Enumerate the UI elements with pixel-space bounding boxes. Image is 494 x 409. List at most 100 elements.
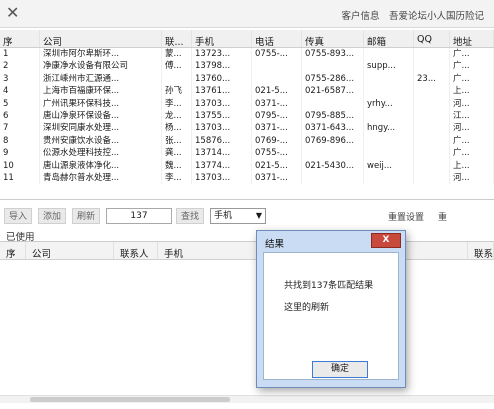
col-header-address[interactable]: 地址 [450,30,494,47]
cell-contact: 孙飞 [162,85,192,98]
cell-address: 上... [450,159,494,172]
cell-phone: 0795-... [252,109,302,123]
ok-button[interactable]: 确定 [312,361,368,378]
cell-address: 广... [450,60,494,73]
cell-fax: 0755-286... [302,72,364,86]
cell-qq [414,159,450,172]
chevron-down-icon: ▼ [255,211,262,220]
cell-address: 河... [450,97,494,110]
cell-company: 唐山源泉液体净化... [40,159,162,172]
cell-index: 1 [0,48,40,61]
cell-mobile: 13755... [192,109,252,123]
cell-address: 上... [450,85,494,98]
cell-email [364,147,414,160]
cell-fax: 021-6587... [302,85,364,98]
cell-contact: 蒙... [162,48,192,61]
cell-contact: 魏... [162,159,192,172]
reset-button[interactable]: 重 [438,210,447,223]
search-field-value: 手机 [214,211,233,221]
cell-fax: 021-5430... [302,159,364,172]
used-col-contact2[interactable]: 联系 [468,242,494,259]
cell-address: 广... [450,72,494,86]
cell-company: 伀源水处理科技控... [40,147,162,160]
cell-address: 广... [450,134,494,148]
grid-body: 1 深圳市阿尔卑斯环... 蒙... 13723... 0755-... 0755-893… [0,48,494,185]
cell-fax [302,97,364,110]
table-row[interactable]: 1 深圳市阿尔卑斯环... 蒙... 13723... 0755-... 0755-893… [0,48,494,61]
cell-contact: 张... [162,134,192,148]
title-bar: ✕ 客户信息 吾爱论坛小人国历险记 [0,0,494,28]
cell-fax [302,171,364,185]
col-header-mobile[interactable]: 手机 [192,30,252,47]
col-header-qq[interactable]: QQ [414,30,450,47]
cell-address: 广... [450,147,494,160]
table-row[interactable]: 11 青岛赫尔普水处理... 李... 13703... 0371-... 河... [0,171,494,185]
close-icon[interactable]: ✕ [6,4,19,22]
col-header-contact[interactable]: 联... [162,30,192,47]
used-grid: 序 公司 联系人 手机 联系 [0,241,494,403]
table-row[interactable]: 10 唐山源泉液体净化... 魏... 13774... 021-5... 021-543… [0,159,494,172]
used-grid-header: 序 公司 联系人 手机 联系 [0,242,494,260]
table-row[interactable]: 6 唐山净泉环保设备... 龙... 13755... 0795-... 0795-885… [0,109,494,123]
reset-settings-button[interactable]: 重置设置 [388,210,424,223]
scrollbar-thumb[interactable] [30,397,230,402]
dialog-message: 共找到137条匹配结果 这里的刷新 [284,280,373,315]
cell-qq [414,60,450,73]
horizontal-scrollbar[interactable] [0,395,494,403]
cell-mobile: 13703... [192,97,252,110]
cell-mobile: 13761... [192,85,252,98]
col-header-company[interactable]: 公司 [40,30,162,47]
cell-phone [252,72,302,86]
cell-fax: 0371-643... [302,122,364,135]
cell-phone [252,60,302,73]
col-header-email[interactable]: 邮箱 [364,30,414,47]
table-row[interactable]: 8 贵州安康饮水设备... 张... 15876... 0769-... 0769-896… [0,134,494,148]
cell-contact: 傅... [162,60,192,73]
result-dialog: 结果 X 共找到137条匹配结果 这里的刷新 确定 [256,230,406,388]
cell-phone: 0371-... [252,171,302,185]
cell-address: 江... [450,109,494,123]
cell-qq [414,109,450,123]
used-col-company[interactable]: 公司 [26,242,114,259]
cell-contact: 龚... [162,147,192,160]
cell-qq [414,97,450,110]
cell-qq [414,134,450,148]
refresh-button[interactable]: 刷新 [72,208,101,224]
table-row[interactable]: 9 伀源水处理科技控... 龚... 13714... 0755-... 广... [0,147,494,160]
cell-company: 深圳市阿尔卑斯环... [40,48,162,61]
table-row[interactable]: 4 上海市百福康环保... 孙飞 13761... 021-5... 021-6587..… [0,85,494,98]
cell-qq [414,48,450,61]
table-row[interactable]: 2 净康净水设备有限公司 傅... 13798... supp... 广... [0,60,494,73]
cell-company: 唐山净泉环保设备... [40,109,162,123]
cell-company: 净康净水设备有限公司 [40,60,162,73]
cell-email: hngy... [364,122,414,135]
col-header-index[interactable]: 序 [0,30,40,47]
cell-index: 6 [0,109,40,123]
col-header-fax[interactable]: 传真 [302,30,364,47]
table-row[interactable]: 3 浙江嵊州市汇源通... 13760... 0755-286... 23... 广... [0,72,494,86]
import-button[interactable]: 导入 [4,208,33,224]
cell-contact [162,72,192,86]
cell-phone: 0755-... [252,147,302,160]
cell-index: 3 [0,72,40,86]
cell-fax: 0795-885... [302,109,364,123]
dialog-close-button[interactable]: X [371,233,401,248]
cell-company: 深圳安同康水处理... [40,122,162,135]
cell-address: 河... [450,171,494,185]
col-header-phone[interactable]: 电话 [252,30,302,47]
cell-phone: 021-5... [252,85,302,98]
cell-mobile: 13760... [192,72,252,86]
used-col-index[interactable]: 序 [0,242,26,259]
cell-mobile: 13723... [192,48,252,61]
search-button[interactable]: 查找 [176,208,205,224]
table-row[interactable]: 5 广州讯果环保科技... 李... 13703... 0371-... yrhy... 河… [0,97,494,110]
add-button[interactable]: 添加 [38,208,67,224]
cell-company: 广州讯果环保科技... [40,97,162,110]
used-col-contact[interactable]: 联系人 [114,242,158,259]
cell-email [364,109,414,123]
search-field-select[interactable]: 手机 ▼ [210,208,266,224]
result-count-field[interactable]: 137 [106,208,172,224]
cell-email: supp... [364,60,414,73]
table-row[interactable]: 7 深圳安同康水处理... 杨... 13703... 0371-... 0371-643… [0,122,494,135]
cell-email [364,85,414,98]
